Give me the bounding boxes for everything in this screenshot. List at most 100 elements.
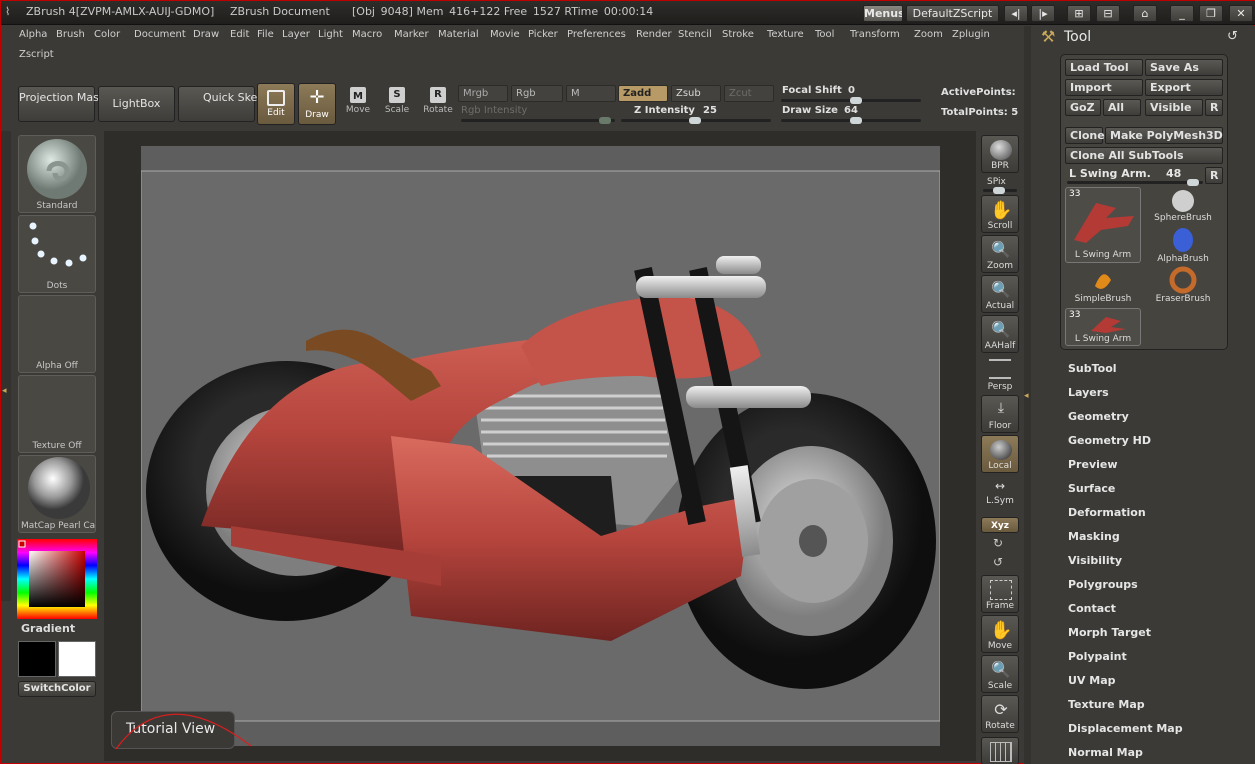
- subpalette-polypaint[interactable]: Polypaint: [1068, 650, 1127, 663]
- document-canvas[interactable]: Tutorial View: [111, 146, 940, 750]
- rotate-view-button[interactable]: ⟳ Rotate: [981, 695, 1019, 733]
- menu-layer[interactable]: Layer: [282, 29, 310, 40]
- expand-left-icon[interactable]: ◂: [2, 386, 7, 396]
- menu-texture[interactable]: Texture: [767, 29, 804, 40]
- load-tool-button[interactable]: Load Tool: [1065, 59, 1143, 76]
- clone-button[interactable]: Clone: [1065, 127, 1105, 144]
- rotate-button[interactable]: R Rotate: [419, 83, 457, 125]
- mrgb-button[interactable]: Mrgb: [458, 85, 508, 102]
- subpalette-preview[interactable]: Preview: [1068, 458, 1118, 471]
- menu-material[interactable]: Material: [438, 29, 479, 40]
- aahalf-button[interactable]: 🔍 AAHalf: [981, 315, 1019, 353]
- lightbox-button[interactable]: LightBox: [98, 86, 175, 122]
- menu-document[interactable]: Document: [134, 29, 186, 40]
- secondary-color-swatch[interactable]: [58, 641, 96, 677]
- rgb-intensity-slider[interactable]: [461, 117, 615, 124]
- move-button[interactable]: M Move: [339, 83, 377, 125]
- menu-draw[interactable]: Draw: [193, 29, 219, 40]
- subpalette-displacement-map[interactable]: Displacement Map: [1068, 722, 1183, 735]
- focal-shift-slider[interactable]: [781, 97, 921, 104]
- save-as-button[interactable]: Save As: [1145, 59, 1223, 76]
- subpalette-layers[interactable]: Layers: [1068, 386, 1109, 399]
- quick-sketch-button[interactable]: Quick Sketch: [178, 86, 275, 122]
- m-button[interactable]: M: [566, 85, 616, 102]
- projection-master-button[interactable]: Projection Master: [18, 86, 114, 122]
- r-button[interactable]: R: [1205, 99, 1223, 116]
- left-tray-strip[interactable]: ◂: [1, 131, 11, 601]
- layout-icon[interactable]: ⊞: [1067, 5, 1091, 22]
- spix-slider[interactable]: [983, 187, 1017, 194]
- rotate-y-icon[interactable]: ↻: [993, 536, 1003, 550]
- menu-zplugin[interactable]: Zplugin: [952, 29, 990, 40]
- stroke-slot[interactable]: Dots: [18, 215, 96, 293]
- draw-button[interactable]: ✛ Draw: [298, 83, 336, 125]
- tool-r-button[interactable]: R: [1205, 167, 1223, 184]
- polyframe-button[interactable]: [981, 737, 1019, 764]
- subpalette-deformation[interactable]: Deformation: [1068, 506, 1146, 519]
- floor-button[interactable]: ⤓ Floor: [981, 395, 1019, 433]
- material-slot[interactable]: MatCap Pearl Ca: [18, 455, 96, 533]
- scale-view-button[interactable]: 🔍 Scale: [981, 655, 1019, 693]
- menu-transform[interactable]: Transform: [850, 29, 900, 40]
- subpalette-geometry-hd[interactable]: Geometry HD: [1068, 434, 1151, 447]
- subpalette-texture-map[interactable]: Texture Map: [1068, 698, 1145, 711]
- subpalette-polygroups[interactable]: Polygroups: [1068, 578, 1138, 591]
- visible-button[interactable]: Visible: [1145, 99, 1203, 116]
- persp-button[interactable]: Persp: [981, 355, 1019, 393]
- next-icon[interactable]: |▸: [1031, 5, 1055, 22]
- menu-movie[interactable]: Movie: [490, 29, 520, 40]
- zoom-button[interactable]: 🔍 Zoom: [981, 235, 1019, 273]
- import-button[interactable]: Import: [1065, 79, 1143, 96]
- subpalette-morph-target[interactable]: Morph Target: [1068, 626, 1151, 639]
- texture-slot[interactable]: Texture Off: [18, 375, 96, 453]
- scroll-button[interactable]: ✋ Scroll: [981, 195, 1019, 233]
- minimize-icon[interactable]: _: [1170, 5, 1194, 22]
- z-intensity-slider[interactable]: [621, 117, 771, 124]
- zcut-button[interactable]: Zcut: [724, 85, 774, 102]
- current-tool-slider[interactable]: [1067, 179, 1203, 186]
- scale-button[interactable]: S Scale: [378, 83, 416, 125]
- tool-thumb-swing-arm-2[interactable]: 33 L Swing Arm: [1065, 308, 1141, 346]
- local-button[interactable]: Local: [981, 435, 1019, 473]
- menu-macro[interactable]: Macro: [352, 29, 382, 40]
- lock-icon[interactable]: ⌂: [1133, 5, 1157, 22]
- menu-color[interactable]: Color: [94, 29, 120, 40]
- reset-icon[interactable]: ↺: [1227, 29, 1238, 44]
- expand-right-icon[interactable]: ◂: [1024, 391, 1029, 401]
- frame-button[interactable]: Frame: [981, 575, 1019, 613]
- tool-thumb-eraserbrush[interactable]: EraserBrush: [1145, 266, 1221, 306]
- brush-slot[interactable]: Standard: [18, 135, 96, 213]
- subpalette-normal-map[interactable]: Normal Map: [1068, 746, 1143, 759]
- clone-all-subtools-button[interactable]: Clone All SubTools: [1065, 147, 1223, 164]
- subpalette-geometry[interactable]: Geometry: [1068, 410, 1129, 423]
- zadd-button[interactable]: Zadd: [618, 85, 668, 102]
- tool-thumb-swing-arm[interactable]: 33 L Swing Arm: [1065, 187, 1141, 263]
- menu-zscript[interactable]: Zscript: [19, 49, 54, 60]
- edit-button[interactable]: Edit: [257, 83, 295, 125]
- layout-alt-icon[interactable]: ⊟: [1096, 5, 1120, 22]
- primary-color-swatch[interactable]: [18, 641, 56, 677]
- default-zscript-button[interactable]: DefaultZScript: [906, 5, 999, 22]
- motorcycle-model[interactable]: [141, 146, 940, 746]
- switch-color-button[interactable]: SwitchColor: [18, 681, 96, 697]
- alpha-slot[interactable]: Alpha Off: [18, 295, 96, 373]
- lsym-button[interactable]: ↔ L.Sym: [981, 477, 1019, 507]
- export-button[interactable]: Export: [1145, 79, 1223, 96]
- make-polymesh-button[interactable]: Make PolyMesh3D: [1105, 127, 1223, 144]
- menu-file[interactable]: File: [257, 29, 274, 40]
- goz-button[interactable]: GoZ: [1065, 99, 1101, 116]
- menu-alpha[interactable]: Alpha: [19, 29, 47, 40]
- actual-button[interactable]: 🔍 Actual: [981, 275, 1019, 313]
- menu-stencil[interactable]: Stencil: [678, 29, 712, 40]
- subpalette-uv-map[interactable]: UV Map: [1068, 674, 1116, 687]
- menu-render[interactable]: Render: [636, 29, 672, 40]
- draw-size-slider[interactable]: [781, 117, 921, 124]
- menu-stroke[interactable]: Stroke: [722, 29, 754, 40]
- bpr-button[interactable]: BPR: [981, 135, 1019, 173]
- xyz-button[interactable]: Xyz: [981, 517, 1019, 533]
- subpalette-masking[interactable]: Masking: [1068, 530, 1120, 543]
- menu-tool[interactable]: Tool: [815, 29, 834, 40]
- subpalette-surface[interactable]: Surface: [1068, 482, 1115, 495]
- rotate-z-icon[interactable]: ↺: [993, 555, 1003, 569]
- tool-thumb-alphabrush[interactable]: AlphaBrush: [1145, 226, 1221, 266]
